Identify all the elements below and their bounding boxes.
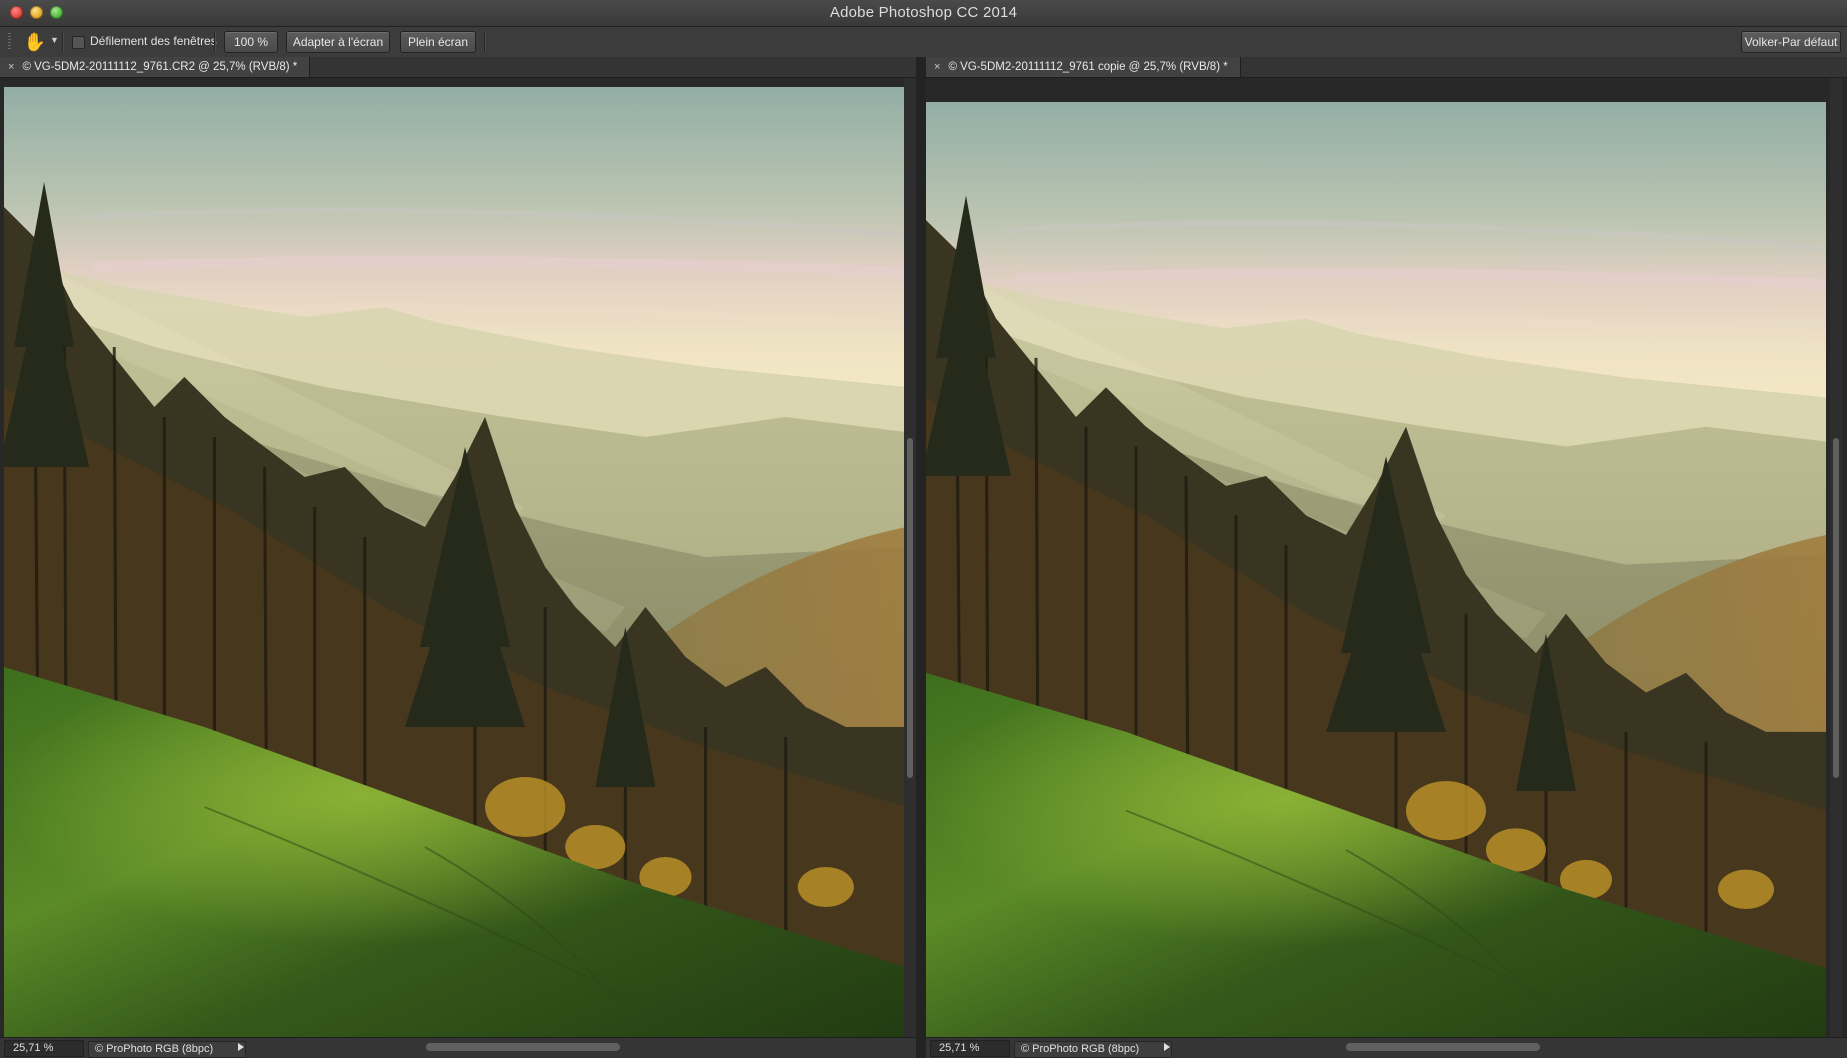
document-info[interactable]: © ProPhoto RGB (8bpc) — [1014, 1041, 1172, 1058]
options-bar-grip[interactable] — [8, 33, 11, 51]
title-bar: Adobe Photoshop CC 2014 — [0, 0, 1847, 27]
vertical-scroll-thumb[interactable] — [907, 438, 913, 778]
tab-document-original[interactable]: × © VG-5DM2-20111112_9761.CR2 @ 25,7% (RV… — [0, 57, 311, 77]
close-tab-icon[interactable]: × — [934, 61, 940, 73]
pane-divider[interactable] — [916, 57, 926, 1058]
zoom-100-button[interactable]: 100 % — [224, 31, 278, 53]
horizontal-scroll-thumb[interactable] — [1346, 1043, 1540, 1051]
scroll-all-windows-checkbox[interactable] — [72, 36, 85, 49]
landscape-photo — [926, 102, 1826, 1037]
zoom-level-field[interactable]: 25,71 % — [4, 1040, 84, 1057]
tab-title: © VG-5DM2-20111112_9761 copie @ 25,7% (R… — [948, 61, 1228, 73]
tab-document-copy[interactable]: × © VG-5DM2-20111112_9761 copie @ 25,7% (… — [926, 57, 1241, 77]
vertical-scrollbar[interactable] — [1830, 78, 1842, 1038]
window-title: Adobe Photoshop CC 2014 — [829, 4, 1018, 21]
fit-screen-button[interactable]: Adapter à l'écran — [286, 31, 390, 53]
close-tab-icon[interactable]: × — [8, 61, 14, 73]
tab-strip: × © VG-5DM2-20111112_9761 copie @ 25,7% (… — [926, 57, 1847, 78]
hand-icon[interactable]: ✋ — [22, 30, 48, 54]
document-window-right: × © VG-5DM2-20111112_9761 copie @ 25,7% (… — [926, 57, 1847, 1058]
tab-strip: × © VG-5DM2-20111112_9761.CR2 @ 25,7% (RV… — [0, 57, 916, 78]
vertical-scrollbar[interactable] — [904, 78, 916, 1038]
separator — [214, 32, 215, 52]
zoom-level-field[interactable]: 25,71 % — [930, 1040, 1010, 1057]
separator — [62, 32, 63, 52]
tab-title: © VG-5DM2-20111112_9761.CR2 @ 25,7% (RVB… — [22, 61, 298, 73]
image-canvas-right[interactable] — [926, 102, 1826, 1037]
tool-preset-dropdown-icon[interactable]: ▼ — [50, 35, 59, 45]
workspace-switcher-button[interactable]: Volker-Par défaut — [1741, 31, 1841, 53]
status-bar: 25,71 % © ProPhoto RGB (8bpc) — [926, 1037, 1847, 1058]
document-info[interactable]: © ProPhoto RGB (8bpc) — [88, 1041, 246, 1058]
status-menu-arrow-icon[interactable] — [1164, 1043, 1170, 1051]
horizontal-scroll-thumb[interactable] — [426, 1043, 620, 1051]
vertical-scroll-thumb[interactable] — [1833, 438, 1839, 778]
options-bar: ✋ ▼ Défilement des fenêtres 100 % Adapte… — [0, 27, 1847, 58]
separator — [484, 32, 485, 52]
fill-screen-button[interactable]: Plein écran — [400, 31, 476, 53]
status-menu-arrow-icon[interactable] — [238, 1043, 244, 1051]
image-canvas-left[interactable] — [4, 87, 906, 1037]
document-window-left: × © VG-5DM2-20111112_9761.CR2 @ 25,7% (RV… — [0, 57, 916, 1058]
landscape-photo — [4, 87, 906, 1037]
status-bar: 25,71 % © ProPhoto RGB (8bpc) — [0, 1037, 916, 1058]
scroll-all-windows-label: Défilement des fenêtres — [90, 34, 217, 48]
